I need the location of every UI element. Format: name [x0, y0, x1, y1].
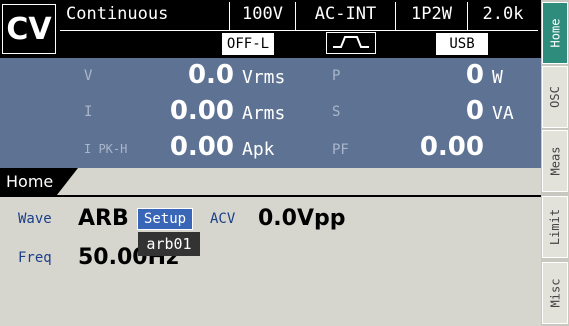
- square-wave-icon: [326, 32, 376, 54]
- sequence-mode-text: Continuous: [66, 4, 169, 24]
- wiring-mode-text: 1P2W: [411, 4, 452, 24]
- tab-misc-label: Misc: [548, 278, 562, 308]
- apparent-power-unit: VA: [492, 103, 514, 124]
- voltage-label: V: [84, 68, 93, 84]
- freq-label: Freq: [18, 250, 52, 266]
- side-tab-bar: Home OSC Meas Limit Misc: [541, 0, 569, 326]
- tab-meas[interactable]: Meas: [542, 130, 568, 192]
- mode-badge: CV: [2, 4, 56, 54]
- tab-limit[interactable]: Limit: [542, 196, 568, 258]
- apparent-power-label: S: [332, 104, 341, 120]
- tab-misc[interactable]: Misc: [542, 262, 568, 324]
- acv-value[interactable]: 0.0Vpp: [258, 206, 346, 231]
- tab-limit-label: Limit: [548, 208, 562, 246]
- apparent-power-value: 0: [465, 96, 484, 126]
- voltage-range-text: 100V: [242, 4, 283, 24]
- status-divider: [60, 30, 538, 31]
- tab-home-label: Home: [548, 18, 562, 48]
- current-value: 0.00: [169, 96, 234, 126]
- wiring-mode: 1P2W: [396, 2, 468, 30]
- voltage-value: 0.0: [187, 60, 234, 90]
- signal-source: AC-INT: [296, 2, 396, 30]
- tab-osc[interactable]: OSC: [542, 66, 568, 128]
- power-factor-label: PF: [332, 142, 349, 158]
- setup-button[interactable]: Setup: [137, 208, 193, 230]
- current-label: I: [84, 104, 93, 120]
- peak-current-value: 0.00: [169, 132, 234, 162]
- peak-current-unit: Apk: [242, 139, 275, 160]
- measurement-panel: V 0.0 Vrms I 0.00 Arms I PK-H 0.00 Apk P…: [0, 58, 541, 168]
- wave-label: Wave: [18, 211, 52, 227]
- current-unit: Arms: [242, 103, 286, 124]
- power-factor-value: 0.00: [419, 132, 484, 162]
- home-panel-divider: [0, 195, 541, 197]
- wave-value[interactable]: ARB: [78, 206, 129, 231]
- usb-badge: USB: [436, 33, 488, 55]
- frequency-range: 2.0k: [468, 2, 538, 30]
- voltage-unit: Vrms: [242, 67, 286, 88]
- home-panel-title: Home: [0, 168, 78, 196]
- power-label: P: [332, 68, 341, 84]
- frequency-range-text: 2.0k: [482, 4, 524, 24]
- voltage-range: 100V: [230, 2, 296, 30]
- power-unit: W: [492, 67, 503, 88]
- instrument-screen: CV Continuous 100V AC-INT 1P2W 2.0k OFF-…: [0, 0, 569, 326]
- sequence-mode: Continuous: [60, 2, 230, 30]
- tab-meas-label: Meas: [548, 146, 562, 176]
- status-bar: CV Continuous 100V AC-INT 1P2W 2.0k OFF-…: [0, 0, 541, 58]
- arb-file-tooltip: arb01: [138, 232, 200, 256]
- power-value: 0: [465, 60, 484, 90]
- acv-label: ACV: [210, 211, 236, 227]
- tab-home[interactable]: Home: [542, 2, 568, 64]
- signal-source-text: AC-INT: [314, 4, 377, 24]
- tab-osc-label: OSC: [548, 86, 562, 108]
- output-state-badge: OFF-L: [222, 33, 274, 55]
